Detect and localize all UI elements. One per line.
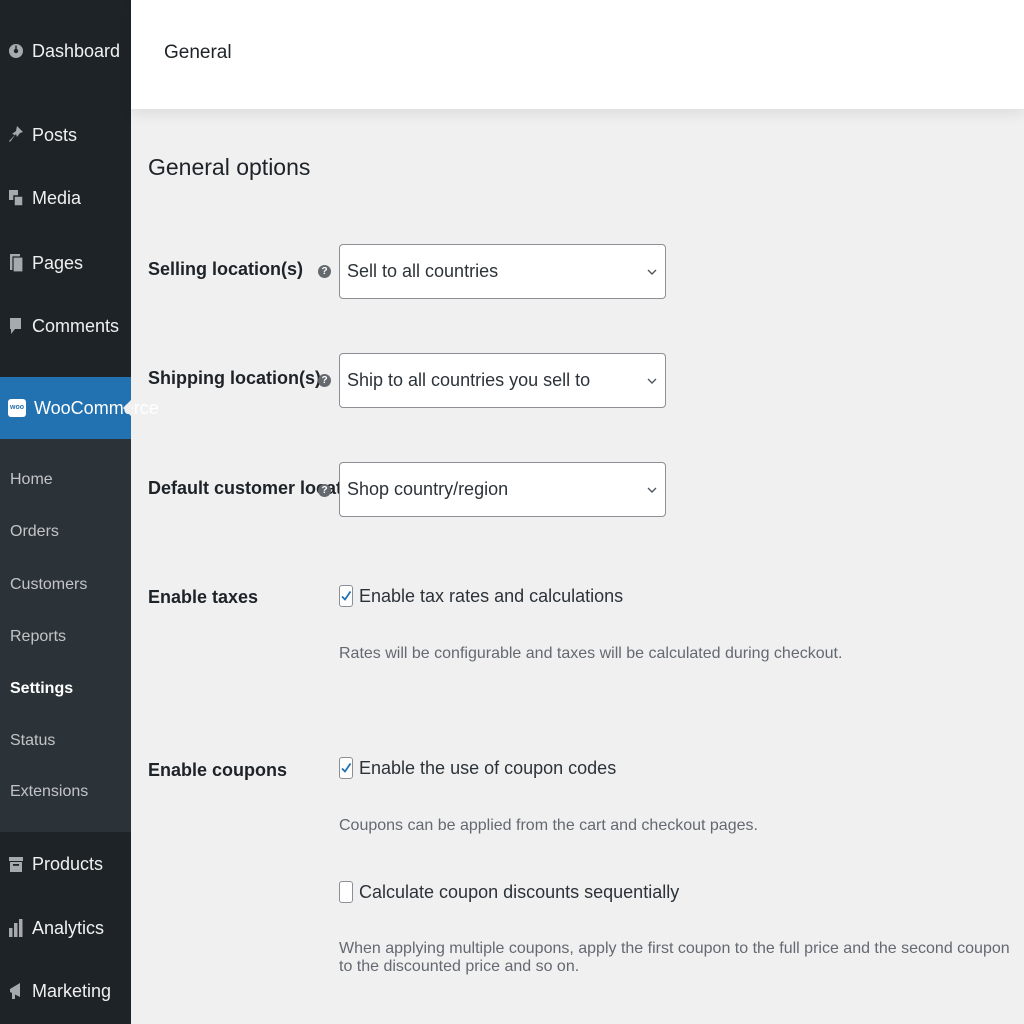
media-icon: [8, 188, 24, 208]
active-indicator-arrow: [123, 399, 132, 417]
page-title: General: [164, 42, 232, 63]
selling-location-select[interactable]: Sell to all countries: [339, 244, 666, 299]
sidebar-item-label: Media: [32, 187, 82, 208]
sidebar-item-woocommerce[interactable]: woo WooCommerce: [0, 377, 159, 439]
sidebar-item-media[interactable]: Media: [0, 178, 131, 218]
sidebar-item-posts[interactable]: Posts: [0, 115, 131, 155]
section-title: General options: [148, 154, 311, 180]
sequential-discounts-checkbox[interactable]: [339, 881, 353, 903]
sidebar-item-label: Posts: [32, 124, 78, 145]
enable-taxes-description: Rates will be configurable and taxes wil…: [339, 645, 843, 662]
enable-coupons-description: Coupons can be applied from the cart and…: [339, 817, 758, 834]
checkmark-icon: [341, 762, 352, 773]
sequential-discounts-description: When applying multiple coupons, apply th…: [339, 940, 1010, 975]
sidebar-item-comments[interactable]: Comments: [0, 306, 131, 346]
bar-chart-icon: [8, 918, 24, 938]
select-value: Ship to all countries you sell to: [347, 370, 591, 390]
shipping-location-label: Shipping location(s): [148, 368, 321, 388]
submenu-item-orders[interactable]: Orders: [10, 523, 59, 541]
enable-taxes-checkbox[interactable]: [339, 585, 353, 607]
submenu-item-customers[interactable]: Customers: [10, 576, 87, 594]
enable-coupons-label: Enable coupons: [148, 760, 288, 780]
sidebar-item-dashboard[interactable]: Dashboard: [0, 31, 131, 71]
checkbox-label: Enable tax rates and calculations: [359, 585, 624, 606]
woocommerce-submenu: Home Orders Customers Reports Settings S…: [0, 439, 131, 832]
megaphone-icon: [8, 981, 24, 1001]
sidebar-item-label: Dashboard: [32, 40, 121, 61]
page-header: General: [131, 0, 1024, 109]
dashboard-icon: [8, 41, 24, 61]
sidebar-item-label: Comments: [32, 315, 120, 336]
sidebar-item-products[interactable]: Products: [0, 844, 131, 884]
submenu-item-home[interactable]: Home: [10, 471, 53, 489]
submenu-item-reports[interactable]: Reports: [10, 628, 66, 646]
sidebar-item-label: Products: [32, 853, 104, 874]
sidebar-item-label: Marketing: [32, 980, 112, 1001]
sidebar-item-label: Pages: [32, 252, 84, 273]
select-value: Sell to all countries: [347, 261, 499, 281]
sidebar-item-marketing[interactable]: Marketing: [0, 971, 131, 1011]
checkbox-label: Calculate coupon discounts sequentially: [359, 881, 680, 902]
pin-icon: [8, 125, 24, 145]
sidebar-item-label: Analytics: [32, 917, 105, 938]
enable-coupons-checkbox[interactable]: [339, 757, 353, 779]
sidebar-item-pages[interactable]: Pages: [0, 243, 131, 283]
default-customer-location-label: Default customer location: [148, 478, 370, 498]
admin-sidebar: Dashboard Posts Media Pages Comments woo…: [0, 0, 159, 1024]
submenu-item-settings[interactable]: Settings: [10, 680, 73, 698]
sidebar-item-label: WooCommerce: [34, 397, 159, 418]
sidebar-item-analytics[interactable]: Analytics: [0, 908, 131, 948]
submenu-item-extensions[interactable]: Extensions: [10, 783, 88, 801]
checkmark-icon: [341, 590, 352, 601]
chevron-down-icon: [647, 269, 657, 275]
enable-taxes-label: Enable taxes: [148, 587, 259, 607]
shipping-location-select[interactable]: Ship to all countries you sell to: [339, 353, 666, 408]
comment-icon: [8, 316, 24, 336]
chevron-down-icon: [647, 378, 657, 384]
checkbox-label: Enable the use of coupon codes: [359, 757, 617, 778]
woo-icon: woo: [8, 398, 26, 418]
help-icon[interactable]: ?: [318, 374, 331, 387]
enable-coupons-option[interactable]: Enable the use of coupon codes: [339, 757, 616, 779]
enable-taxes-option[interactable]: Enable tax rates and calculations: [339, 585, 623, 607]
archive-icon: [8, 854, 24, 874]
sequential-discounts-option[interactable]: Calculate coupon discounts sequentially: [339, 881, 679, 903]
default-customer-location-select[interactable]: Shop country/region: [339, 462, 666, 517]
help-icon[interactable]: ?: [318, 265, 331, 278]
chevron-down-icon: [647, 487, 657, 493]
submenu-item-status[interactable]: Status: [10, 732, 55, 750]
selling-location-label: Selling location(s): [148, 259, 304, 279]
help-icon[interactable]: ?: [318, 484, 331, 497]
pages-icon: [8, 253, 24, 273]
select-value: Shop country/region: [347, 479, 509, 499]
